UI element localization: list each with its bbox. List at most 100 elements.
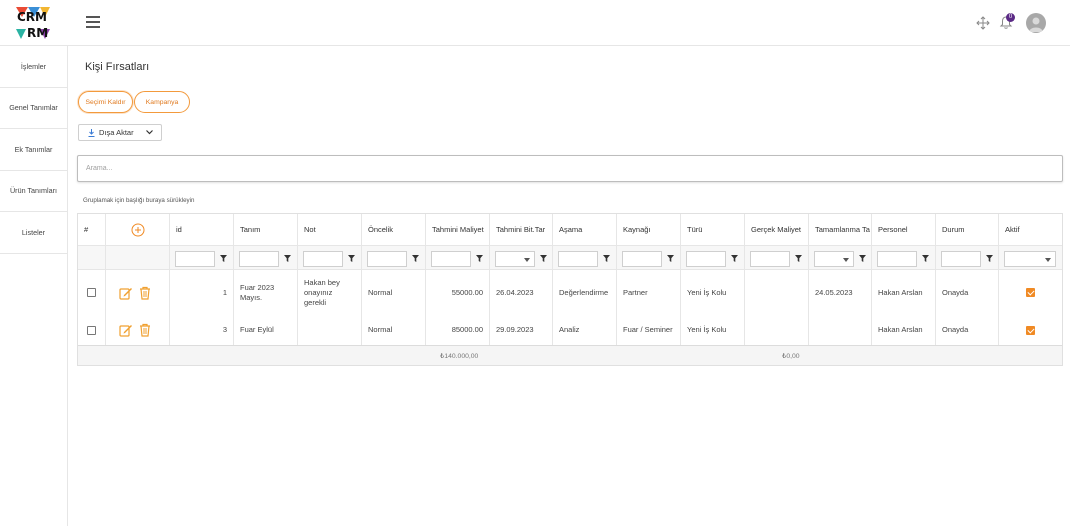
aktif-checkbox[interactable] — [1026, 288, 1035, 297]
filter-input-durum[interactable] — [941, 251, 981, 267]
cell-not: Hakan bey onayınız gerekli — [304, 277, 340, 307]
top-bar: CRM RM 0 — [0, 0, 1070, 46]
filter-select-aktif[interactable] — [1004, 251, 1056, 267]
column-header-tanim[interactable]: Tanım — [234, 214, 297, 245]
campaign-button[interactable]: Kampanya — [134, 91, 190, 113]
sidebar-item-label: Listeler — [21, 227, 46, 237]
sidebar-item-listeler[interactable]: Listeler — [0, 212, 67, 254]
filter-icon[interactable] — [986, 255, 993, 262]
cell-turu: Yeni İş Kolu — [687, 325, 727, 334]
aktif-checkbox[interactable] — [1026, 325, 1035, 335]
filter-icon[interactable] — [412, 255, 419, 262]
column-asama: Aşama Değerlendirme Analiz — [553, 214, 617, 345]
page-title: Kişi Fırsatları — [85, 61, 150, 73]
column-header-kaynagi[interactable]: Kaynağı — [617, 214, 680, 245]
fullscreen-icon[interactable] — [976, 16, 990, 30]
row-select-checkbox[interactable] — [87, 325, 96, 335]
filter-icon[interactable] — [476, 255, 483, 262]
cell-tahmini-bit-tar: 26.04.2023 — [496, 287, 534, 297]
sidebar-item-label: İşlemler — [20, 61, 47, 71]
column-header-tahmini-maliyet[interactable]: Tahmini Maliyet — [426, 214, 489, 245]
svg-text:CRM: CRM — [17, 10, 47, 24]
sidebar-item-label: Genel Tanımlar — [9, 103, 58, 113]
sidebar-item-label: Ek Tanımlar — [14, 144, 53, 154]
filter-icon[interactable] — [284, 255, 291, 262]
column-personel: Personel Hakan Arslan Hakan Arslan — [872, 214, 936, 345]
column-not: Not Hakan bey onayınız gerekli — [298, 214, 362, 345]
edit-icon[interactable] — [118, 286, 133, 300]
column-header-gercek-maliyet[interactable]: Gerçek Maliyet — [745, 214, 808, 245]
column-header-tamamlanma[interactable]: Tamamlanma Ta — [809, 214, 871, 245]
cell-tanim: Fuar Eylül — [240, 325, 274, 334]
column-header-personel[interactable]: Personel — [872, 214, 935, 245]
cell-durum: Onayda — [942, 287, 969, 297]
clear-selection-button[interactable]: Seçimi Kaldır — [78, 91, 133, 113]
group-panel-hint[interactable]: Gruplamak için başlığı buraya sürükleyin — [83, 197, 194, 204]
cell-turu: Yeni İş Kolu — [687, 287, 727, 297]
column-header-turu[interactable]: Türü — [681, 214, 744, 245]
sidebar-item-urun-tanimlari[interactable]: Ürün Tanımları — [0, 171, 67, 212]
filter-select-tamamlanma[interactable] — [814, 251, 854, 267]
edit-icon[interactable] — [118, 323, 133, 337]
cell-personel: Hakan Arslan — [878, 325, 923, 334]
cell-tanim: Fuar 2023 Mayıs. — [240, 282, 275, 302]
sidebar-item-ek-tanimlar[interactable]: Ek Tanımlar — [0, 129, 67, 171]
column-header-tahmini-bit-tar[interactable]: Tahmini Bit.Tar — [490, 214, 552, 245]
filter-icon[interactable] — [795, 255, 802, 262]
filter-icon[interactable] — [667, 255, 674, 262]
column-header-id[interactable]: id — [170, 214, 233, 245]
chevron-down-icon — [145, 130, 153, 135]
filter-icon[interactable] — [540, 255, 547, 262]
crm-logo[interactable]: CRM RM — [14, 5, 52, 41]
column-aktif: Aktif — [999, 214, 1062, 345]
filter-icon[interactable] — [922, 255, 929, 262]
summary-row: ₺140.000,00 ₺0,00 — [78, 345, 1062, 365]
filter-icon[interactable] — [859, 255, 866, 262]
avatar[interactable] — [1026, 13, 1046, 33]
column-actions — [106, 214, 170, 345]
filter-input-tanim[interactable] — [239, 251, 279, 267]
sidebar-item-islemler[interactable]: İşlemler — [0, 46, 67, 88]
cell-gercek-maliyet — [745, 270, 808, 315]
cell-tahmini-maliyet: 55000.00 — [451, 287, 483, 297]
filter-input-id[interactable] — [175, 251, 215, 267]
column-header-durum[interactable]: Durum — [936, 214, 998, 245]
filter-icon[interactable] — [220, 255, 227, 262]
sidebar-item-genel-tanimlar[interactable]: Genel Tanımlar — [0, 88, 67, 129]
filter-input-tahmini-maliyet[interactable] — [431, 251, 471, 267]
column-kaynagi: Kaynağı Partner Fuar / Seminer — [617, 214, 681, 345]
filter-input-kaynagi[interactable] — [622, 251, 662, 267]
add-circle-icon[interactable] — [131, 223, 145, 237]
cell-not — [298, 315, 361, 345]
total-tahmini-maliyet: ₺140.000,00 — [440, 353, 479, 360]
column-header-not[interactable]: Not — [298, 214, 361, 245]
filter-icon[interactable] — [731, 255, 738, 262]
filter-icon[interactable] — [348, 255, 355, 262]
column-header-hash: # — [84, 225, 89, 234]
column-oncelik: Öncelik Normal Normal — [362, 214, 426, 345]
cell-personel: Hakan Arslan — [878, 287, 923, 297]
filter-input-asama[interactable] — [558, 251, 598, 267]
column-header-oncelik[interactable]: Öncelik — [362, 214, 425, 245]
column-header-asama[interactable]: Aşama — [553, 214, 616, 245]
filter-input-not[interactable] — [303, 251, 343, 267]
column-tahmini-maliyet: Tahmini Maliyet 55000.00 85000.00 — [426, 214, 490, 345]
trash-icon[interactable] — [138, 323, 152, 337]
caret-down-icon — [1045, 258, 1051, 262]
column-header-aktif[interactable]: Aktif — [999, 214, 1062, 245]
data-grid: # id 1 3 Tanım Fuar 2023 Mayıs. Fuar Eyl… — [77, 213, 1063, 366]
search-input[interactable] — [77, 155, 1063, 182]
filter-input-oncelik[interactable] — [367, 251, 407, 267]
filter-icon[interactable] — [603, 255, 610, 262]
row-select-checkbox[interactable] — [87, 288, 96, 297]
export-dropdown-button[interactable]: Dışa Aktar — [78, 124, 162, 141]
column-durum: Durum Onayda Onayda — [936, 214, 999, 345]
menu-toggle-icon[interactable] — [86, 16, 100, 28]
column-gercek-maliyet: Gerçek Maliyet — [745, 214, 809, 345]
trash-icon[interactable] — [138, 286, 152, 300]
filter-input-personel[interactable] — [877, 251, 917, 267]
export-label: Dışa Aktar — [99, 128, 134, 137]
filter-input-turu[interactable] — [686, 251, 726, 267]
filter-select-tahmini-bit-tar[interactable] — [495, 251, 535, 267]
filter-input-gercek-maliyet[interactable] — [750, 251, 790, 267]
